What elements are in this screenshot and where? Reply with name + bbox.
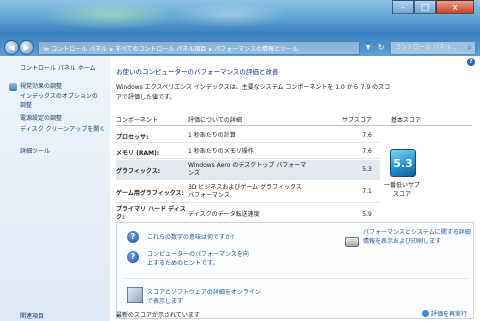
- row-component: プロセッサ:: [116, 134, 149, 141]
- table-row: ゲーム用グラフィックス: 3D ビジネスおよびゲーム グラフィックス パフォーマ…: [116, 181, 380, 203]
- sidebar: コントロール パネル ホーム 視覚効果の調整 インデックスのオプションの調整 電…: [0, 56, 110, 321]
- search-placeholder: コントロール パネル...: [395, 44, 457, 51]
- minimize-button[interactable]: –: [392, 0, 414, 14]
- main-content: ? お使いのコンピューターのパフォーマンスの評価と改善 Windows エクスペ…: [110, 56, 480, 321]
- row-subscore: 5.3: [362, 166, 372, 173]
- breadcrumb-item-all-items[interactable]: ▸ すべてのコントロール パネル項目: [110, 44, 206, 53]
- aero-glow-decoration: [170, 2, 290, 28]
- row-rating: Windows Aero のデスクトップ パフォーマンス: [188, 162, 307, 177]
- row-rating: ディスクのデータ転送速度: [188, 211, 260, 218]
- chevron-down-icon[interactable]: ▼: [362, 41, 374, 55]
- sidebar-see-also: 関連項目: [20, 313, 45, 320]
- close-button[interactable]: x: [436, 0, 474, 14]
- sidebar-item-visual-effects[interactable]: 視覚効果の調整: [20, 82, 110, 91]
- table-row: メモリ (RAM): 1 秒あたりのメモリ操作 7.6: [116, 144, 380, 159]
- rerun-assessment-link[interactable]: 評価を再実行: [431, 309, 467, 318]
- link-performance-tips[interactable]: コンピューターのパフォーマンスを向上するためのヒントです。: [147, 250, 253, 268]
- link-online-details[interactable]: スコアとソフトウェアの詳細をオンラインで表示します: [147, 288, 265, 306]
- page-title: お使いのコンピューターのパフォーマンスの評価と改善: [116, 68, 279, 76]
- software-box-icon: [127, 287, 143, 303]
- forward-button[interactable]: ▶: [19, 40, 34, 55]
- header-subscore: サブスコア: [342, 117, 373, 124]
- header-rating: 評価についての詳細: [188, 117, 242, 124]
- maximize-button[interactable]: □: [414, 0, 436, 14]
- last-updated-text: 最新のスコアが示されています: [116, 312, 200, 319]
- row-subscore: 7.1: [362, 188, 372, 195]
- page-description: Windows エクスペリエンス インデックスは、主要なシステム コンポーネント…: [116, 84, 391, 101]
- window-titlebar: – □ x ◀ ▶ ≫ コントロール パネル ▸ すべてのコントロール パネル項…: [0, 0, 480, 56]
- divider: [123, 278, 469, 279]
- aero-glow-decoration: [40, 0, 180, 30]
- sidebar-item-advanced-tools[interactable]: 詳細ツール: [20, 147, 110, 156]
- address-bar: ◀ ▶ ≫ コントロール パネル ▸ すべてのコントロール パネル項目 ▸ パフ…: [4, 40, 476, 56]
- row-subscore: 5.9: [362, 211, 372, 218]
- row-subscore: 7.6: [362, 132, 372, 139]
- question-icon: ?: [127, 231, 139, 243]
- row-rating: 3D ビジネスおよびゲーム グラフィックス パフォーマンス: [188, 184, 302, 199]
- refresh-icon[interactable]: ↻: [374, 41, 388, 55]
- base-score-badge: 5.3: [390, 149, 416, 177]
- row-component: グラフィックス:: [116, 168, 161, 175]
- table-row: グラフィックス: Windows Aero のデスクトップ パフォーマンス 5.…: [116, 160, 380, 180]
- row-rating: 1 秒あたりのメモリ操作: [188, 148, 254, 155]
- shield-icon: [422, 310, 429, 317]
- header-basescore: 基本スコア: [391, 117, 422, 124]
- row-subscore: 7.6: [362, 148, 372, 155]
- sidebar-item-home[interactable]: コントロール パネル ホーム: [20, 63, 96, 72]
- breadcrumb[interactable]: ≫ コントロール パネル ▸ すべてのコントロール パネル項目 ▸ パフォーマン…: [38, 41, 360, 55]
- row-component: ゲーム用グラフィックス:: [116, 190, 184, 197]
- row-rating: 1 秒あたりの計算: [188, 132, 236, 139]
- sidebar-item-disk-cleanup[interactable]: ディスク クリーンアップを開く: [20, 125, 106, 134]
- row-component: プライマリ ハード ディスク:: [116, 206, 186, 221]
- help-icon[interactable]: ?: [467, 58, 475, 66]
- table-header: コンポーネント 評価についての詳細 サブスコア 基本スコア: [116, 115, 472, 126]
- table-row: プロセッサ: 1 秒あたりの計算 7.6: [116, 128, 380, 143]
- printer-icon: [345, 237, 359, 247]
- search-input[interactable]: コントロール パネル... ⌕: [390, 41, 476, 55]
- sidebar-item-power-settings[interactable]: 電源設定の調整: [20, 114, 110, 123]
- base-score-label: 一番低いサブスコア: [383, 182, 420, 198]
- info-panel: ? これらの数字の意味は何ですか? ? コンピューターのパフォーマンスを向上する…: [116, 222, 474, 319]
- link-print-details[interactable]: パフォーマンスとシステムに関する詳細情報を表示および印刷します: [363, 228, 471, 246]
- search-icon[interactable]: ⌕: [468, 42, 472, 54]
- question-icon: ?: [127, 251, 139, 263]
- back-button[interactable]: ◀: [4, 40, 19, 55]
- window-controls: – □ x: [392, 0, 474, 14]
- breadcrumb-item-performance[interactable]: ▸ パフォーマンスの情報とツール: [209, 44, 298, 53]
- link-what-numbers-mean[interactable]: これらの数字の意味は何ですか?: [147, 233, 297, 242]
- sidebar-item-index-options[interactable]: インデックスのオプションの調整: [20, 92, 102, 110]
- header-component: コンポーネント: [116, 117, 159, 124]
- shield-icon: [9, 83, 17, 91]
- row-component: メモリ (RAM):: [116, 150, 160, 157]
- breadcrumb-item-control-panel[interactable]: ≫ コントロール パネル: [43, 44, 107, 53]
